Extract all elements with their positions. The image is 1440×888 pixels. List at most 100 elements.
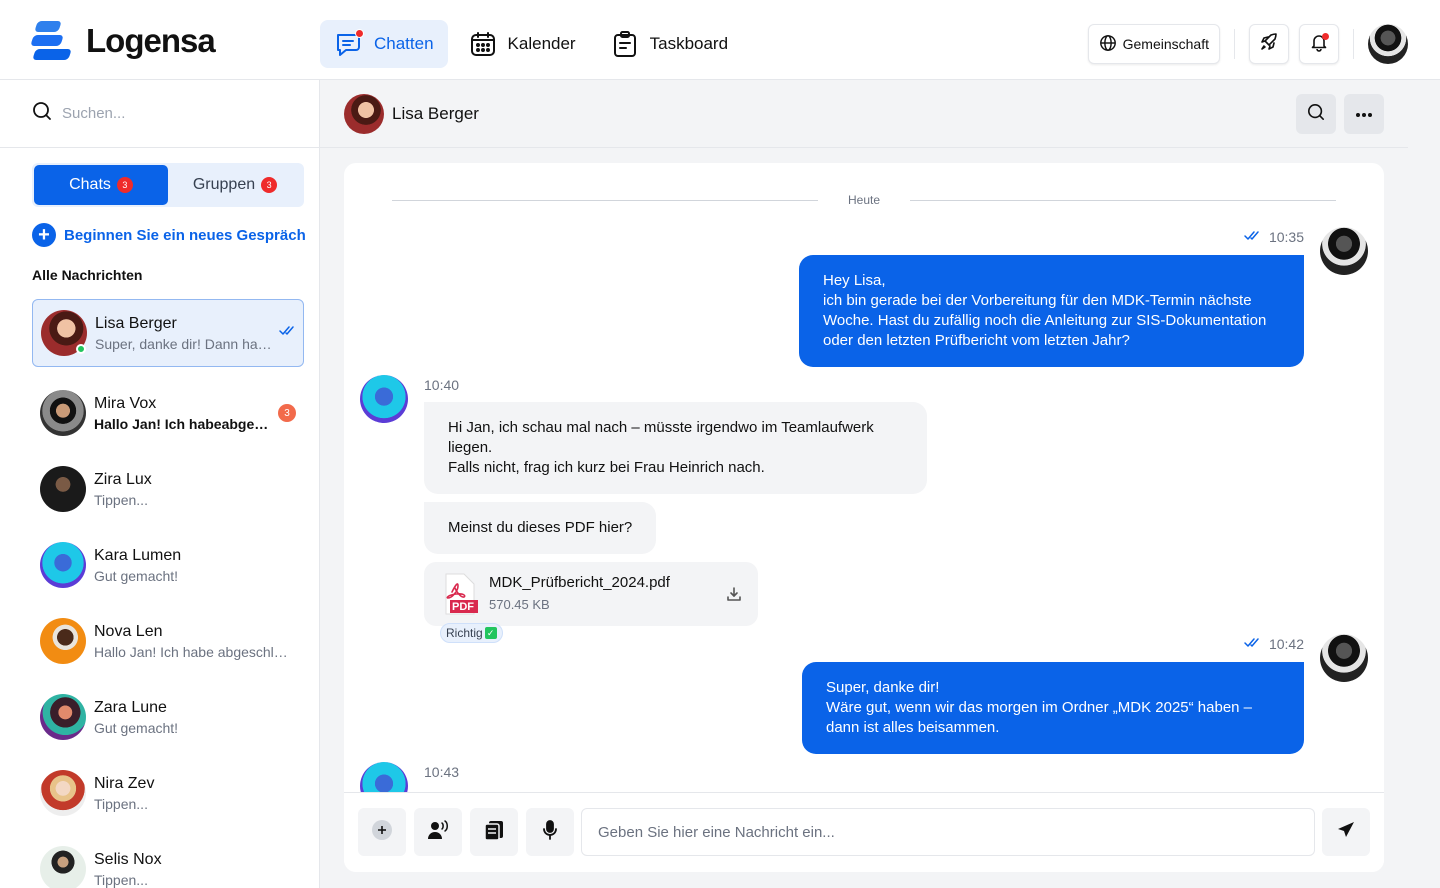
chat-icon	[334, 29, 364, 59]
conversation-header: Lisa Berger	[320, 80, 1408, 148]
file-name: MDK_Prüfbericht_2024.pdf	[489, 574, 670, 591]
chat-name: Kara Lumen	[94, 546, 182, 564]
plus-icon	[371, 819, 393, 846]
divider	[1353, 29, 1354, 59]
tab-label-gruppen: Gruppen	[192, 176, 256, 193]
tab-badge-chats: 3	[116, 177, 133, 193]
message-reaction[interactable]: Richtig ✓	[440, 623, 503, 643]
community-button[interactable]: Gemeinschaft	[1087, 24, 1220, 64]
message-bubble-outgoing: Super, danke dir! Wäre gut, wenn wir das…	[802, 662, 1304, 754]
day-label: Heute	[847, 193, 881, 207]
message-composer	[344, 792, 1384, 872]
nav-label-chatten: Chatten	[374, 34, 434, 53]
file-type-label: PDF	[452, 601, 474, 613]
nav-item-kalender[interactable]: Kalender	[454, 20, 590, 68]
chat-item-nira-zev[interactable]: Nira Zev Tippen...	[32, 755, 304, 831]
search-conversation-button[interactable]	[1296, 94, 1336, 134]
user-avatar[interactable]	[1368, 24, 1408, 64]
new-conversation-label: Beginnen Sie ein neues Gespräch	[64, 226, 306, 244]
main-nav: Chatten Kalender Taskboard	[320, 20, 742, 68]
message-list[interactable]: Heute 10:35 Hey Lisa, ich bin gerade bei…	[344, 163, 1384, 792]
avatar	[40, 542, 86, 588]
day-separator: Heute	[392, 193, 1336, 207]
avatar	[40, 694, 86, 740]
documents-button[interactable]	[470, 808, 518, 856]
nav-item-chatten[interactable]: Chatten	[320, 20, 448, 68]
plus-icon: +	[32, 223, 56, 247]
chat-preview: Hallo Jan! Ich habeabgeschlossen	[94, 415, 274, 432]
nav-item-taskboard[interactable]: Taskboard	[596, 20, 742, 68]
add-attachment-button[interactable]	[358, 808, 406, 856]
chat-name: Zira Lux	[94, 470, 152, 488]
time-label: 10:35	[1268, 229, 1304, 245]
top-bar: Logensa Chatten Kalender Taskboard Gemei…	[0, 0, 1440, 80]
send-icon	[1336, 820, 1356, 845]
chat-preview: Hallo Jan! Ich habe abgeschlossen	[94, 643, 294, 660]
chat-item-lisa-berger[interactable]: Lisa Berger Super, danke dir! Dann habe …	[32, 299, 304, 367]
chat-preview: Tippen...	[94, 795, 148, 812]
more-options-button[interactable]	[1344, 94, 1384, 134]
microphone-button[interactable]	[526, 808, 574, 856]
clipboard-icon	[610, 29, 640, 59]
chat-item-nova-len[interactable]: Nova Len Hallo Jan! Ich habe abgeschloss…	[32, 603, 304, 679]
tab-gruppen[interactable]: Gruppen 3	[168, 165, 302, 205]
chat-preview: Gut gemacht!	[94, 567, 179, 584]
message-bubble-incoming: Hi Jan, ich schau mal nach – müsste irge…	[424, 402, 927, 494]
voice-person-button[interactable]	[414, 808, 462, 856]
chat-item-zira-lux[interactable]: Zira Lux Tippen...	[32, 451, 304, 527]
avatar	[40, 618, 86, 664]
unread-badge: 3	[278, 404, 296, 422]
rocket-button[interactable]	[1249, 24, 1289, 64]
double-check-icon	[1243, 229, 1261, 245]
chat-name: Nova Len	[94, 622, 163, 640]
nav-label-taskboard: Taskboard	[649, 34, 729, 53]
app-logo[interactable]: Logensa	[30, 20, 216, 62]
speaking-person-icon	[426, 818, 450, 847]
globe-icon	[1099, 34, 1117, 55]
message-bubble-outgoing: Hey Lisa, ich bin gerade bei der Vorbere…	[799, 255, 1304, 367]
avatar	[40, 466, 86, 512]
search-icon	[32, 101, 52, 126]
search-icon	[1307, 103, 1325, 126]
chat-item-mira-vox[interactable]: Mira Vox Hallo Jan! Ich habeabgeschlosse…	[32, 375, 304, 451]
time-label: 10:43	[424, 764, 460, 780]
top-actions: Gemeinschaft	[1087, 24, 1408, 64]
chat-panel: Heute 10:35 Hey Lisa, ich bin gerade bei…	[344, 163, 1384, 872]
check-mark-icon: ✓	[484, 627, 497, 639]
chat-preview: Tippen...	[94, 491, 148, 508]
sidebar: Chats 3 Gruppen 3 + Beginnen Sie ein neu…	[0, 80, 320, 888]
pdf-file-icon: PDF	[440, 572, 480, 616]
chat-item-zara-lune[interactable]: Zara Lune Gut gemacht!	[32, 679, 304, 755]
time-label: 10:40	[424, 377, 460, 393]
chat-tabs: Chats 3 Gruppen 3	[32, 163, 304, 207]
avatar	[1320, 227, 1368, 275]
send-button[interactable]	[1322, 808, 1370, 856]
time-label: 10:42	[1268, 636, 1304, 652]
chat-name: Lisa Berger	[95, 314, 177, 332]
tab-chats[interactable]: Chats 3	[34, 165, 168, 205]
conversation-contact[interactable]: Lisa Berger	[344, 94, 479, 134]
avatar	[40, 390, 86, 436]
chat-item-kara-lumen[interactable]: Kara Lumen Gut gemacht!	[32, 527, 304, 603]
chat-name: Nira Zev	[94, 774, 155, 792]
search-input[interactable]	[62, 105, 282, 122]
tab-label-chats: Chats	[69, 176, 111, 193]
documents-icon	[483, 819, 505, 846]
section-title: Alle Nachrichten	[32, 267, 143, 283]
avatar	[40, 846, 86, 888]
contact-name: Lisa Berger	[392, 104, 479, 123]
avatar	[40, 770, 86, 816]
file-attachment[interactable]: PDF MDK_Prüfbericht_2024.pdf 570.45 KB	[424, 562, 758, 626]
more-horizontal-icon	[1355, 105, 1373, 123]
search-bar	[0, 80, 319, 148]
file-size: 570.45 KB	[489, 597, 550, 612]
new-conversation-button[interactable]: + Beginnen Sie ein neues Gespräch	[32, 223, 306, 247]
chat-name: Selis Nox	[94, 850, 162, 868]
notifications-button[interactable]	[1299, 24, 1339, 64]
message-time: 10:35	[1243, 229, 1304, 245]
microphone-icon	[540, 819, 560, 846]
conversation-actions	[1296, 94, 1384, 134]
chat-item-selis-nox[interactable]: Selis Nox Tippen...	[32, 831, 304, 888]
download-icon[interactable]	[724, 584, 744, 604]
message-input[interactable]	[581, 808, 1315, 856]
